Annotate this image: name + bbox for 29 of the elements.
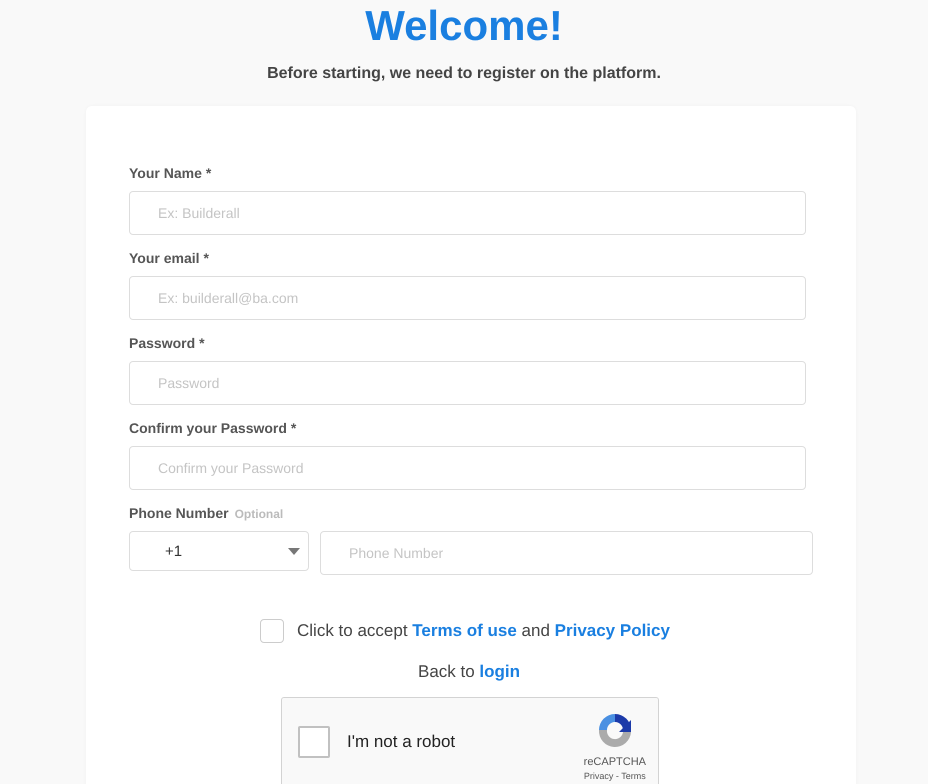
required-mark: * (206, 164, 212, 182)
phone-input[interactable]: Phone Number (320, 531, 813, 575)
field-label: Phone Number (129, 504, 229, 522)
field-label: Your email (129, 249, 200, 267)
accept-checkbox[interactable] (260, 619, 284, 643)
captcha-brand: reCAPTCHA (584, 756, 646, 768)
captcha-label: I'm not a robot (347, 732, 456, 752)
page-title: Welcome! (365, 2, 563, 50)
required-mark: * (290, 419, 296, 437)
field-label: Confirm your Password (129, 419, 287, 437)
input-field[interactable]: Ex: Builderall (129, 191, 806, 235)
page-subtitle: Before starting, we need to register on the platform. (267, 64, 661, 84)
terms-text: Click to accept Terms of use and Privacy Policy (297, 621, 670, 641)
optional-hint: Optional (234, 506, 284, 523)
privacy-link[interactable]: Privacy Policy (554, 621, 670, 640)
field-label: Password (129, 334, 196, 352)
caret-icon (288, 548, 300, 554)
login-link[interactable]: login (479, 662, 520, 681)
captcha-checkbox[interactable] (298, 726, 330, 758)
terms-link[interactable]: Terms of use (412, 621, 517, 640)
input-field[interactable]: Confirm your Password (129, 446, 806, 490)
back-text: Back to login (418, 661, 522, 683)
country-code-select[interactable]: +1 (129, 531, 309, 571)
field-label: Your Name (129, 164, 202, 182)
required-mark: * (204, 249, 209, 267)
input-field[interactable]: Ex: builderall@ba.com (129, 276, 806, 320)
required-mark: * (199, 334, 205, 352)
input-field[interactable]: Password (129, 361, 806, 405)
captcha-footer: Privacy - Terms (584, 771, 646, 781)
